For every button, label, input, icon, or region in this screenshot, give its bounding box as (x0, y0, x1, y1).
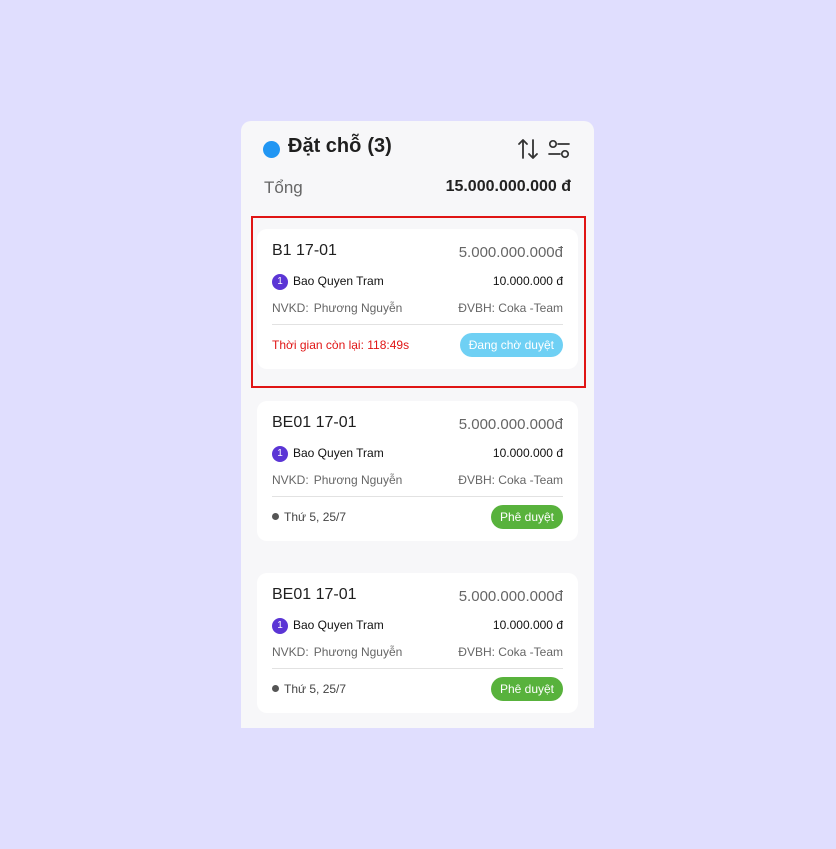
customer-name: Bao Quyen Tram (293, 618, 384, 632)
status-badge-approved[interactable]: Phê duyệt (490, 505, 563, 529)
card-divider (272, 496, 563, 497)
booking-panel: Đặt chỗ (3) Tổng 15.000.000.000 đ B1 17-0… (241, 121, 594, 728)
booking-code: BE01 17-01 (272, 414, 357, 431)
filter-sliders-icon[interactable] (548, 139, 570, 159)
bullet-dot-icon (272, 513, 279, 520)
customer-count-badge: 1 (272, 618, 288, 634)
sales-staff-value: Phương Nguyễn (313, 473, 403, 487)
sales-staff-label: NVKD: (272, 473, 309, 487)
booking-date: Thứ 5, 25/7 (272, 510, 346, 524)
booking-date-text: Thứ 5, 25/7 (284, 510, 347, 524)
title-text: Đặt chỗ (288, 135, 362, 157)
sales-unit: ĐVBH: Coka -Team (458, 473, 563, 487)
panel-header: Đặt chỗ (3) Tổng 15.000.000.000 đ (241, 121, 594, 211)
sales-unit: ĐVBH: Coka -Team (458, 645, 563, 659)
total-value: 15.000.000.000 đ (445, 178, 571, 195)
booking-card[interactable]: BE01 17-01 5.000.000.000đ 1 Bao Quyen Tr… (257, 573, 578, 713)
customer-count-badge: 1 (272, 446, 288, 462)
page-title: Đặt chỗ (3) (288, 135, 392, 158)
sales-staff: NVKD: Phương Nguyễn (272, 645, 402, 659)
booking-fee: 10.000.000 đ (492, 618, 563, 632)
highlight-box (251, 216, 586, 388)
booking-fee: 10.000.000 đ (492, 446, 563, 460)
title-count: (3) (367, 135, 392, 157)
card-divider (272, 668, 563, 669)
sales-staff-label: NVKD: (272, 645, 309, 659)
booking-date-text: Thứ 5, 25/7 (284, 682, 347, 696)
total-label: Tổng (264, 178, 303, 197)
booking-card[interactable]: BE01 17-01 5.000.000.000đ 1 Bao Quyen Tr… (257, 401, 578, 541)
sales-staff-value: Phương Nguyễn (313, 645, 403, 659)
sales-staff: NVKD: Phương Nguyễn (272, 473, 402, 487)
booking-code: BE01 17-01 (272, 586, 357, 603)
booking-amount: 5.000.000.000đ (458, 588, 563, 605)
bullet-dot-icon (272, 685, 279, 692)
booking-amount: 5.000.000.000đ (458, 416, 563, 433)
status-dot-icon (263, 141, 280, 158)
customer-name: Bao Quyen Tram (293, 446, 384, 460)
booking-date: Thứ 5, 25/7 (272, 682, 346, 696)
status-badge-approved[interactable]: Phê duyệt (490, 677, 563, 701)
sort-arrows-icon[interactable] (517, 137, 539, 161)
